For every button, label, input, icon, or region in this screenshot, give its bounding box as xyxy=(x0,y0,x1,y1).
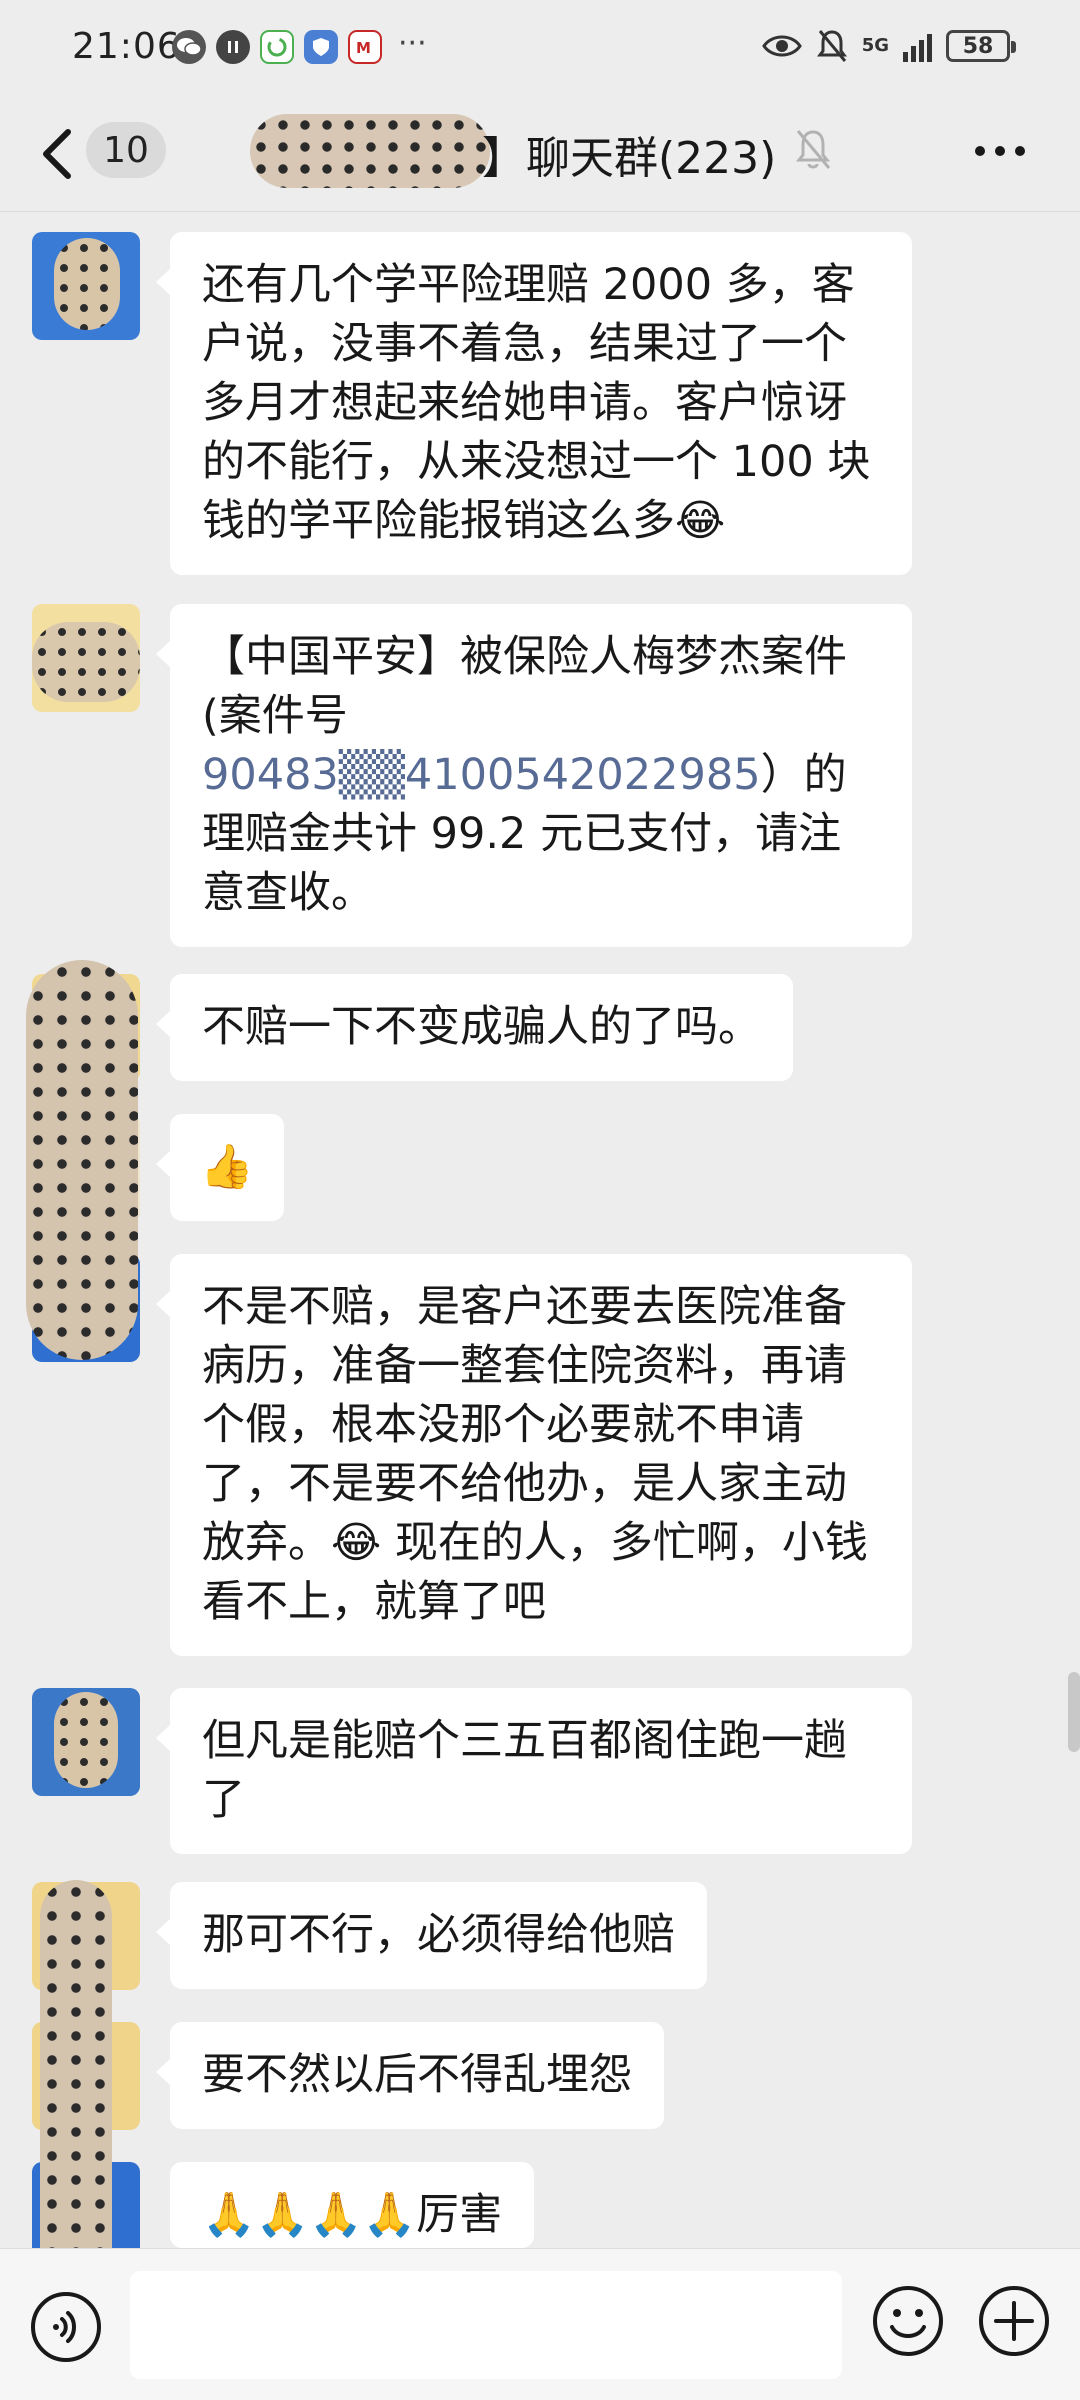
message-text: 要不然以后不得乱埋怨 xyxy=(202,2050,632,2100)
wechat-icon xyxy=(172,30,206,64)
svg-text:M: M xyxy=(356,39,371,57)
more-notifications: ··· xyxy=(398,25,427,61)
emoji-icon[interactable] xyxy=(870,2283,946,2359)
voice-icon[interactable] xyxy=(28,2289,104,2365)
input-bar xyxy=(0,2248,1080,2400)
laughing-emoji: 😂 xyxy=(675,496,726,546)
unread-count-badge[interactable]: 10 xyxy=(86,122,166,178)
message-text: 厉害 xyxy=(416,2190,503,2240)
bank-app-icon: M xyxy=(348,30,382,64)
status-bar: 21:06 M ··· 5G 58 xyxy=(0,0,1080,100)
message-bubble[interactable]: 但凡是能赔个三五百都阁住跑一趟了 xyxy=(156,1688,912,1854)
plus-icon[interactable] xyxy=(976,2283,1052,2359)
message-bubble[interactable]: 🙏🙏🙏🙏厉害 xyxy=(170,2162,535,2248)
laughing-emoji: 😂 xyxy=(331,1518,382,1568)
message-bubble[interactable]: 👍 xyxy=(156,1114,284,1221)
message-text: 不赔一下不变成骗人的了吗。 xyxy=(202,1002,761,1052)
shield-app-icon xyxy=(304,30,338,64)
chat-header: 10 】聊天群(223) xyxy=(0,100,1080,212)
avatar[interactable] xyxy=(32,232,140,340)
message-bubble[interactable]: 还有几个学平险理赔 2000 多，客户说，没事不着急，结果过了一个多月才想起来给… xyxy=(156,232,912,575)
message-text: 那可不行，必须得给他赔 xyxy=(202,1910,675,1960)
signal-icon xyxy=(903,30,932,62)
avatar[interactable] xyxy=(32,1688,140,1796)
more-icon[interactable] xyxy=(970,126,1030,176)
message-text: 【中国平安】被保险人梅梦杰案件(案件号 xyxy=(202,632,847,741)
message-input[interactable] xyxy=(130,2271,842,2379)
message-bubble[interactable]: 不是不赔，是客户还要去医院准备病历，准备一整套住院资料，再请个假，根本没那个必要… xyxy=(156,1254,912,1656)
status-time: 21:06 xyxy=(72,26,181,67)
system-icons: 5G 58 xyxy=(761,28,1016,64)
scrollbar-thumb[interactable] xyxy=(1068,1672,1080,1752)
message-text: 还有几个学平险理赔 2000 多，客户说，没事不着急，结果过了一个多月才想起来给… xyxy=(202,260,871,546)
message-bubble[interactable]: 【中国平安】被保险人梅梦杰案件(案件号 90483▒▒4100542022985… xyxy=(156,604,912,947)
notification-icons: M ··· xyxy=(172,26,427,64)
back-icon[interactable] xyxy=(30,118,90,188)
message-bubble[interactable]: 要不然以后不得乱埋怨 xyxy=(156,2022,664,2129)
network-type: 5G xyxy=(861,35,889,56)
message-bubble[interactable]: 不赔一下不变成骗人的了吗。 xyxy=(156,974,793,1081)
thumbs-up-emoji: 👍 xyxy=(200,1142,254,1192)
eye-icon xyxy=(761,35,802,57)
title-redaction xyxy=(250,114,490,188)
bell-off-icon xyxy=(816,30,847,62)
case-number-link[interactable]: 90483▒▒4100542022985 xyxy=(202,750,761,800)
battery-level: 58 xyxy=(962,33,994,59)
avatar-redaction xyxy=(26,960,138,1360)
praying-hands-emoji: 🙏🙏🙏🙏 xyxy=(202,2190,417,2240)
app-icon xyxy=(216,30,250,64)
sync-icon xyxy=(260,30,294,64)
message-text: 但凡是能赔个三五百都阁住跑一趟了 xyxy=(202,1716,847,1825)
avatar[interactable] xyxy=(32,604,140,712)
mute-icon xyxy=(795,130,831,169)
avatar-redaction xyxy=(40,1880,112,2300)
unread-count: 10 xyxy=(103,129,149,171)
battery-icon: 58 xyxy=(946,30,1016,62)
chat-title[interactable]: 】聊天群(223) xyxy=(482,122,776,186)
message-bubble[interactable]: 那可不行，必须得给他赔 xyxy=(156,1882,707,1989)
